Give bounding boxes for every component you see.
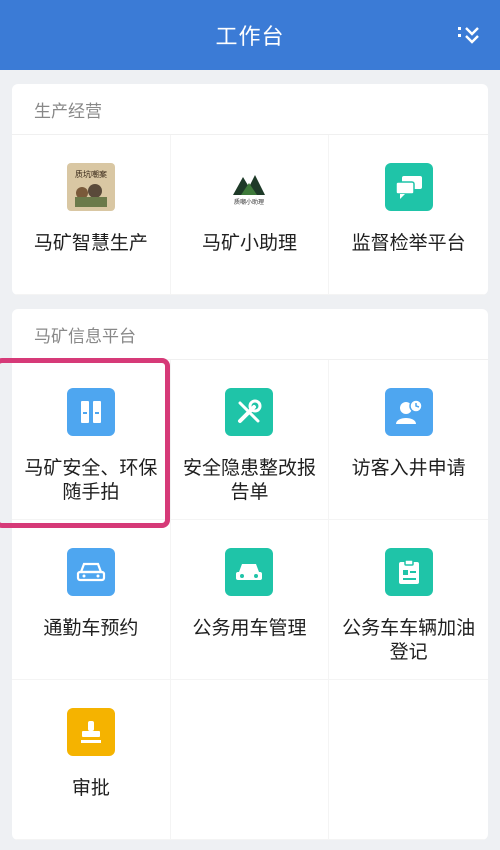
section-info-platform: 马矿信息平台 马矿安全、环保随手拍 安全隐患整改报告单 访客入井申请 通勤车预约… [12, 309, 488, 840]
tile-approval[interactable]: 审批 [12, 680, 171, 840]
tile-smart-production[interactable]: 质坑嘲案 马矿智慧生产 [12, 135, 171, 295]
tile-safety-snapshot[interactable]: 马矿安全、环保随手拍 [12, 360, 171, 520]
section-title: 马矿信息平台 [12, 309, 488, 360]
tile-label: 访客入井申请 [351, 457, 466, 479]
page-title: 工作台 [215, 25, 285, 50]
chat-bubbles-icon [384, 163, 433, 211]
tile-fuel-registration[interactable]: 公务车车辆加油登记 [329, 520, 488, 680]
mountain-logo-icon: 质嘲小助理 [225, 163, 274, 211]
car-icon [225, 548, 274, 596]
tile-label: 监督检举平台 [351, 232, 466, 254]
section-title: 生产经营 [12, 84, 488, 135]
visitor-icon [384, 388, 433, 436]
tile-hazard-report[interactable]: 安全隐患整改报告单 [170, 360, 330, 520]
tile-label: 马矿智慧生产 [33, 232, 148, 254]
tools-icon [225, 388, 274, 436]
tile-supervision[interactable]: 监督检举平台 [329, 135, 488, 295]
clipboard-icon [384, 548, 433, 596]
mine-photo-icon: 质坑嘲案 [66, 163, 115, 211]
tile-label: 公务车车辆加油登记 [342, 617, 476, 663]
empty-tile [170, 680, 330, 840]
tile-label: 安全隐患整改报告单 [182, 457, 316, 503]
tile-label: 马矿安全、环保随手拍 [24, 457, 158, 503]
tile-official-car[interactable]: 公务用车管理 [170, 520, 330, 680]
tile-label: 公务用车管理 [192, 617, 307, 639]
section-production: 生产经营 质坑嘲案 马矿智慧生产 质嘲小助理 马矿小助理 监督检举平台 [12, 84, 488, 295]
tile-visitor-request[interactable]: 访客入井申请 [329, 360, 488, 520]
tile-assistant[interactable]: 质嘲小助理 马矿小助理 [170, 135, 330, 295]
app-header: 工作台 [0, 0, 500, 70]
tile-label: 审批 [71, 777, 110, 799]
settings-toggle-icon[interactable] [456, 24, 482, 46]
tile-label: 通勤车预约 [43, 617, 139, 639]
tile-commute-booking[interactable]: 通勤车预约 [12, 520, 171, 680]
folder-pair-icon [66, 388, 115, 436]
empty-tile [329, 680, 488, 840]
mine-photo-caption: 质坑嘲案 [75, 169, 107, 179]
car-icon [66, 548, 115, 596]
mountain-logo-caption: 质嘲小助理 [234, 198, 264, 206]
tile-label: 马矿小助理 [201, 232, 297, 254]
stamp-icon [66, 708, 115, 756]
